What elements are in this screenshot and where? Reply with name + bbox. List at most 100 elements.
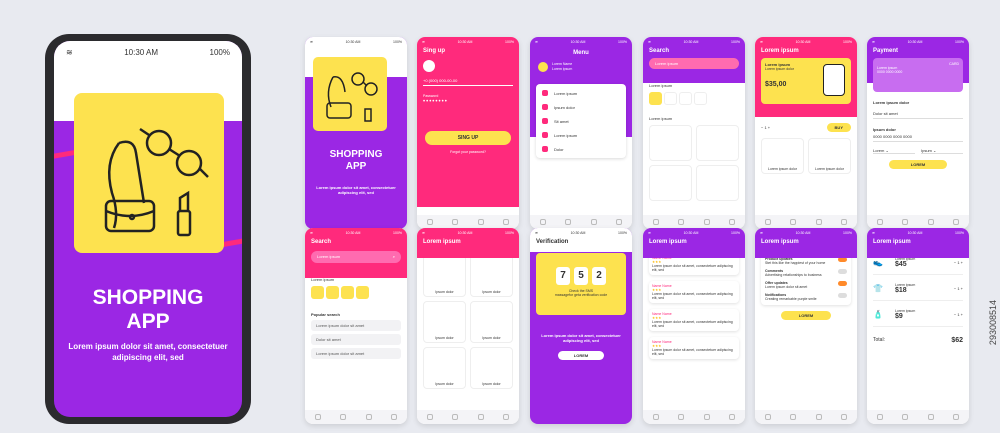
status-battery: 100% xyxy=(393,230,402,235)
related-item[interactable]: Lorem ipsum dolor xyxy=(761,138,804,174)
name-input[interactable]: Dolor sit amet xyxy=(873,111,963,119)
nav-icon[interactable] xyxy=(876,219,883,225)
perfume-icon[interactable]: Ipsum dolor xyxy=(423,347,466,389)
quantity-stepper[interactable]: − 1 + xyxy=(954,260,963,265)
quantity-stepper[interactable]: − 1 + xyxy=(761,125,770,130)
search-input[interactable]: Lorem ipsum ⌕ xyxy=(311,251,401,263)
nav-icon[interactable] xyxy=(590,219,597,225)
phone-input[interactable]: +0 (000) 000-00-00 xyxy=(423,78,513,86)
nav-icon[interactable] xyxy=(953,219,960,225)
nav-icon[interactable] xyxy=(565,219,572,225)
bag-icon[interactable] xyxy=(694,92,707,105)
nav-icon[interactable] xyxy=(902,414,909,420)
nav-icon[interactable] xyxy=(503,219,510,225)
dress-icon[interactable] xyxy=(341,286,354,299)
search-icon[interactable]: ⌕ xyxy=(393,254,395,259)
nav-icon[interactable] xyxy=(365,414,372,420)
dress-icon[interactable] xyxy=(679,92,692,105)
toggle-switch[interactable] xyxy=(838,293,847,298)
cream-icon[interactable]: Ipsum dolor xyxy=(470,301,513,343)
dress-icon[interactable]: Ipsum dolor xyxy=(470,255,513,297)
glasses-icon[interactable]: Ipsum dolor xyxy=(423,255,466,297)
nav-icon[interactable] xyxy=(503,414,510,420)
nav-icon[interactable] xyxy=(703,414,710,420)
nav-icon[interactable] xyxy=(652,219,659,225)
related-item[interactable]: Lorem ipsum dolor xyxy=(808,138,851,174)
nav-icon[interactable] xyxy=(452,219,459,225)
nav-icon[interactable] xyxy=(340,414,347,420)
month-select[interactable]: Lorem ⌄ xyxy=(873,148,915,154)
nav-icon[interactable] xyxy=(927,414,934,420)
nav-icon[interactable] xyxy=(953,414,960,420)
avatar-icon[interactable] xyxy=(423,60,435,72)
nav-icon[interactable] xyxy=(426,414,433,420)
quantity-stepper[interactable]: − 1 + xyxy=(954,286,963,291)
popular-search-item[interactable]: Dolor sit amet xyxy=(311,334,401,345)
glasses-icon[interactable] xyxy=(311,286,324,299)
lipstick-icon[interactable] xyxy=(326,286,339,299)
shirt-icon[interactable] xyxy=(649,165,692,201)
review-card[interactable]: Name Name ★★★ Lorem ipsum dolor sit amet, … xyxy=(649,337,739,359)
verify-button[interactable]: LOREM xyxy=(558,351,604,360)
nav-icon[interactable] xyxy=(678,219,685,225)
menu-item[interactable]: Lorem ipsum xyxy=(536,86,626,100)
signup-button[interactable]: SING UP xyxy=(425,131,511,145)
popular-search-item[interactable]: Lorem ipsum dolor sit amet xyxy=(311,320,401,331)
nav-icon[interactable] xyxy=(426,219,433,225)
sneaker-icon[interactable]: Ipsum dolor xyxy=(423,301,466,343)
nav-icon[interactable] xyxy=(764,219,771,225)
code-digit[interactable]: 7 xyxy=(556,266,570,285)
shirt-icon[interactable]: Ipsum dolor xyxy=(470,347,513,389)
pay-button[interactable]: LOREM xyxy=(889,160,947,169)
forgot-password-link[interactable]: Forgot your password? xyxy=(417,150,519,154)
menu-item[interactable]: Dolor xyxy=(536,142,626,156)
nav-icon[interactable] xyxy=(678,414,685,420)
bag-icon[interactable] xyxy=(356,286,369,299)
code-digit[interactable]: 2 xyxy=(592,266,606,285)
settings-button[interactable]: LOREM xyxy=(781,311,831,320)
nav-icon[interactable] xyxy=(477,414,484,420)
nav-icon[interactable] xyxy=(841,219,848,225)
nav-icon[interactable] xyxy=(841,414,848,420)
user-card[interactable]: Lorem Name Lorem ipsum xyxy=(538,62,632,72)
shoe-icon[interactable] xyxy=(696,165,739,201)
popular-search-item[interactable]: Lorem ipsum dolor sit amet xyxy=(311,348,401,359)
nav-icon[interactable] xyxy=(902,219,909,225)
lipstick-icon[interactable] xyxy=(664,92,677,105)
cream-icon[interactable] xyxy=(649,125,692,161)
card-number-input[interactable]: 0000 0000 0000 0000 xyxy=(873,134,963,142)
nav-icon[interactable] xyxy=(652,414,659,420)
review-card[interactable]: Name Name ★★★ Lorem ipsum dolor sit amet, … xyxy=(649,309,739,331)
buy-button[interactable]: BUY xyxy=(826,123,851,132)
menu-item[interactable]: Lorem ipsum xyxy=(536,128,626,142)
password-input[interactable]: •••••••• xyxy=(423,99,513,105)
glasses-icon[interactable] xyxy=(649,92,662,105)
toggle-switch[interactable] xyxy=(838,281,847,286)
nav-icon[interactable] xyxy=(452,414,459,420)
quantity-stepper[interactable]: − 1 + xyxy=(954,312,963,317)
nav-icon[interactable] xyxy=(790,414,797,420)
nav-icon[interactable] xyxy=(764,414,771,420)
toggle-switch[interactable] xyxy=(838,269,847,274)
nav-icon[interactable] xyxy=(391,414,398,420)
menu-item[interactable]: Ipsum dolor xyxy=(536,100,626,114)
search-input[interactable]: Lorem ipsum xyxy=(649,58,739,69)
nav-icon[interactable] xyxy=(815,414,822,420)
year-select[interactable]: Ipsum ⌄ xyxy=(921,148,963,154)
nav-icon[interactable] xyxy=(927,219,934,225)
nav-icon[interactable] xyxy=(616,219,623,225)
review-card[interactable]: Name Name ★★★ Lorem ipsum dolor sit amet, … xyxy=(649,281,739,303)
nav-icon[interactable] xyxy=(703,219,710,225)
nav-icon[interactable] xyxy=(815,219,822,225)
nav-icon[interactable] xyxy=(477,219,484,225)
nav-icon[interactable] xyxy=(729,414,736,420)
nav-icon[interactable] xyxy=(539,219,546,225)
nav-icon[interactable] xyxy=(790,219,797,225)
code-digit[interactable]: 5 xyxy=(574,266,588,285)
menu-item[interactable]: Sit amet xyxy=(536,114,626,128)
sneaker-icon[interactable] xyxy=(696,125,739,161)
nav-icon[interactable] xyxy=(876,414,883,420)
nav-icon[interactable] xyxy=(314,414,321,420)
nav-icon[interactable] xyxy=(729,219,736,225)
credit-card[interactable]: CARD Lorem ipsum 0000 0000 0000 xyxy=(873,58,963,92)
